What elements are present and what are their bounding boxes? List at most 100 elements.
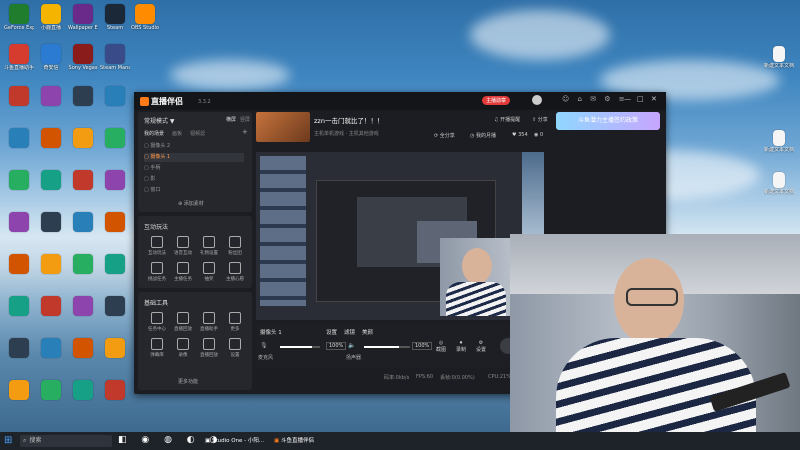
desktop-shortcut[interactable]: 斗鱼直播助手 bbox=[4, 44, 34, 77]
speaker-volume-slider[interactable] bbox=[364, 346, 410, 348]
desktop-shortcut[interactable] bbox=[68, 338, 98, 358]
desktop-shortcut[interactable] bbox=[4, 380, 34, 400]
scene-item[interactable]: ▢ 手柄 bbox=[144, 164, 244, 173]
desktop-shortcut[interactable] bbox=[4, 338, 34, 358]
desktop-shortcut[interactable] bbox=[100, 296, 130, 316]
desktop-shortcut[interactable]: 小鹿直播 bbox=[36, 4, 66, 37]
more-tools-button[interactable]: 更多功能 bbox=[178, 378, 198, 385]
desktop-file-icon-3[interactable]: 新建文本文档(3) bbox=[764, 172, 794, 201]
scene-item[interactable]: ▢ 摄像头 1 bbox=[144, 153, 244, 162]
minimize-button[interactable]: — bbox=[624, 95, 631, 103]
stream-cover-thumbnail[interactable] bbox=[256, 112, 310, 142]
mode-selector[interactable]: 常规模式 ▼ bbox=[144, 116, 175, 125]
tool-button[interactable]: 礼物设置 bbox=[196, 236, 222, 256]
tool-button[interactable]: 主播任务 bbox=[170, 262, 196, 282]
desktop-shortcut[interactable] bbox=[68, 296, 98, 316]
desktop-shortcut[interactable] bbox=[100, 170, 130, 190]
tool-button[interactable]: 任务中心 bbox=[144, 312, 170, 332]
stream-title[interactable]: zzn一击门就比了！！！ bbox=[314, 115, 383, 125]
desktop-shortcut[interactable] bbox=[68, 212, 98, 232]
tool-button[interactable]: 直播回放 bbox=[170, 312, 196, 332]
close-button[interactable]: ✕ bbox=[651, 95, 657, 103]
tab-settings[interactable]: 设置 bbox=[326, 328, 337, 336]
settings-button[interactable]: ⚙ 设置 bbox=[476, 340, 486, 353]
desktop-shortcut[interactable] bbox=[100, 254, 130, 274]
desktop-shortcut[interactable] bbox=[36, 338, 66, 358]
windows-start-icon[interactable]: ⊞ bbox=[4, 435, 12, 447]
desktop-shortcut[interactable] bbox=[4, 86, 34, 106]
desktop-shortcut[interactable] bbox=[4, 128, 34, 148]
desktop-file-icon-1[interactable]: 新建文本文档 bbox=[764, 46, 794, 75]
speaker-volume-value[interactable]: 100% bbox=[412, 342, 433, 350]
tab-filter[interactable]: 视频滤 bbox=[190, 130, 205, 137]
maximize-button[interactable]: □ bbox=[637, 95, 644, 103]
add-source-button[interactable]: ⊕ 添加素材 bbox=[178, 200, 204, 207]
stream-category[interactable]: 主机单机游戏 · 主机其他游戏 bbox=[314, 130, 379, 137]
desktop-shortcut[interactable]: Steam Manager bbox=[100, 44, 130, 77]
tool-button[interactable]: 设置 bbox=[222, 338, 248, 358]
desktop-shortcut[interactable] bbox=[68, 254, 98, 274]
live-medal-button[interactable]: 主播勋章 bbox=[482, 96, 511, 105]
desktop-shortcut[interactable] bbox=[68, 380, 98, 400]
tool-button[interactable]: 挑战任务 bbox=[144, 262, 170, 282]
desktop-shortcut[interactable] bbox=[68, 128, 98, 148]
taskbar-app-studio-one[interactable]: ▣ Studio One - 小阳... bbox=[205, 434, 264, 448]
desktop-shortcut[interactable] bbox=[36, 254, 66, 274]
desktop-shortcut[interactable] bbox=[36, 86, 66, 106]
tool-button[interactable]: 录像 bbox=[170, 338, 196, 358]
desktop-shortcut[interactable] bbox=[68, 86, 98, 106]
tool-button[interactable]: 直播回放 bbox=[196, 338, 222, 358]
desktop-file-icon-2[interactable]: 新建文本文档(2) bbox=[764, 130, 794, 159]
tab-filters[interactable]: 滤镜 bbox=[344, 328, 355, 336]
record-button[interactable]: ⏺ 录制 bbox=[456, 340, 466, 353]
share-all-stat[interactable]: ⟳ 全分享 bbox=[434, 132, 455, 139]
desktop-shortcut[interactable] bbox=[4, 254, 34, 274]
desktop-shortcut[interactable] bbox=[100, 380, 130, 400]
desktop-shortcut[interactable] bbox=[68, 170, 98, 190]
desktop-shortcut[interactable] bbox=[36, 296, 66, 316]
desktop-shortcut[interactable] bbox=[36, 170, 66, 190]
taskbar-app-live-companion[interactable]: ▣ 斗鱼直播伴侣 bbox=[274, 434, 314, 448]
desktop-shortcut[interactable] bbox=[4, 296, 34, 316]
tool-button[interactable]: 语音互动 bbox=[170, 236, 196, 256]
tab-beauty[interactable]: 美颜 bbox=[362, 328, 373, 336]
desktop-shortcut[interactable] bbox=[36, 212, 66, 232]
mic-volume-slider[interactable] bbox=[280, 346, 320, 348]
desktop-shortcut[interactable] bbox=[36, 380, 66, 400]
desktop-shortcut[interactable]: Sony Vegas bbox=[68, 44, 98, 77]
desktop-shortcut[interactable]: 奇安信 bbox=[36, 44, 66, 77]
landscape-button[interactable]: 横屏 bbox=[226, 116, 236, 123]
tab-canvas[interactable]: 画板 bbox=[172, 130, 182, 137]
desktop-shortcut[interactable] bbox=[100, 212, 130, 232]
mic-volume-value[interactable]: 100% bbox=[326, 342, 347, 350]
monthly-stat[interactable]: ◷ 我的月播 bbox=[470, 132, 496, 139]
tool-button[interactable]: 更多 bbox=[222, 312, 248, 332]
desktop-shortcut[interactable]: Steam bbox=[100, 4, 130, 37]
speaker-icon[interactable]: 🔈 bbox=[348, 342, 355, 349]
desktop-shortcut[interactable] bbox=[4, 170, 34, 190]
add-scene-icon[interactable]: + bbox=[242, 128, 248, 136]
desktop-shortcut[interactable] bbox=[36, 128, 66, 148]
desktop-shortcut[interactable]: OBS Studio bbox=[130, 4, 160, 37]
tool-button[interactable]: 弹幕库 bbox=[144, 338, 170, 358]
desktop-shortcut[interactable]: Wallpaper Engine bbox=[68, 4, 98, 37]
broadcast-reminder-button[interactable]: ♫ 开播提醒 bbox=[494, 116, 520, 123]
tool-button[interactable]: 互动玩法 bbox=[144, 236, 170, 256]
taskbar-search[interactable]: ⌕ 搜索 bbox=[20, 435, 112, 447]
tool-button[interactable]: 粉丝团 bbox=[222, 236, 248, 256]
tab-scenes[interactable]: 我的场景 bbox=[144, 130, 164, 137]
tool-button[interactable]: 抽奖 bbox=[196, 262, 222, 282]
portrait-button[interactable]: 竖屏 bbox=[240, 116, 250, 123]
avatar[interactable] bbox=[532, 95, 542, 105]
desktop-shortcut[interactable]: GeForce Experience bbox=[4, 4, 34, 37]
scene-item[interactable]: ▢ 影 bbox=[144, 175, 244, 184]
desktop-shortcut[interactable] bbox=[100, 128, 130, 148]
tool-button[interactable]: 主播心愿 bbox=[222, 262, 248, 282]
desktop-shortcut[interactable] bbox=[4, 212, 34, 232]
desktop-shortcut[interactable] bbox=[100, 86, 130, 106]
microphone-icon[interactable]: 🎙 bbox=[260, 342, 268, 349]
share-button[interactable]: ⇪ 分享 bbox=[532, 116, 548, 123]
scene-item[interactable]: ▢ 窗口 bbox=[144, 186, 244, 195]
tool-button[interactable]: 直播助手 bbox=[196, 312, 222, 332]
screenshot-button[interactable]: ◎ 截图 bbox=[436, 340, 446, 353]
